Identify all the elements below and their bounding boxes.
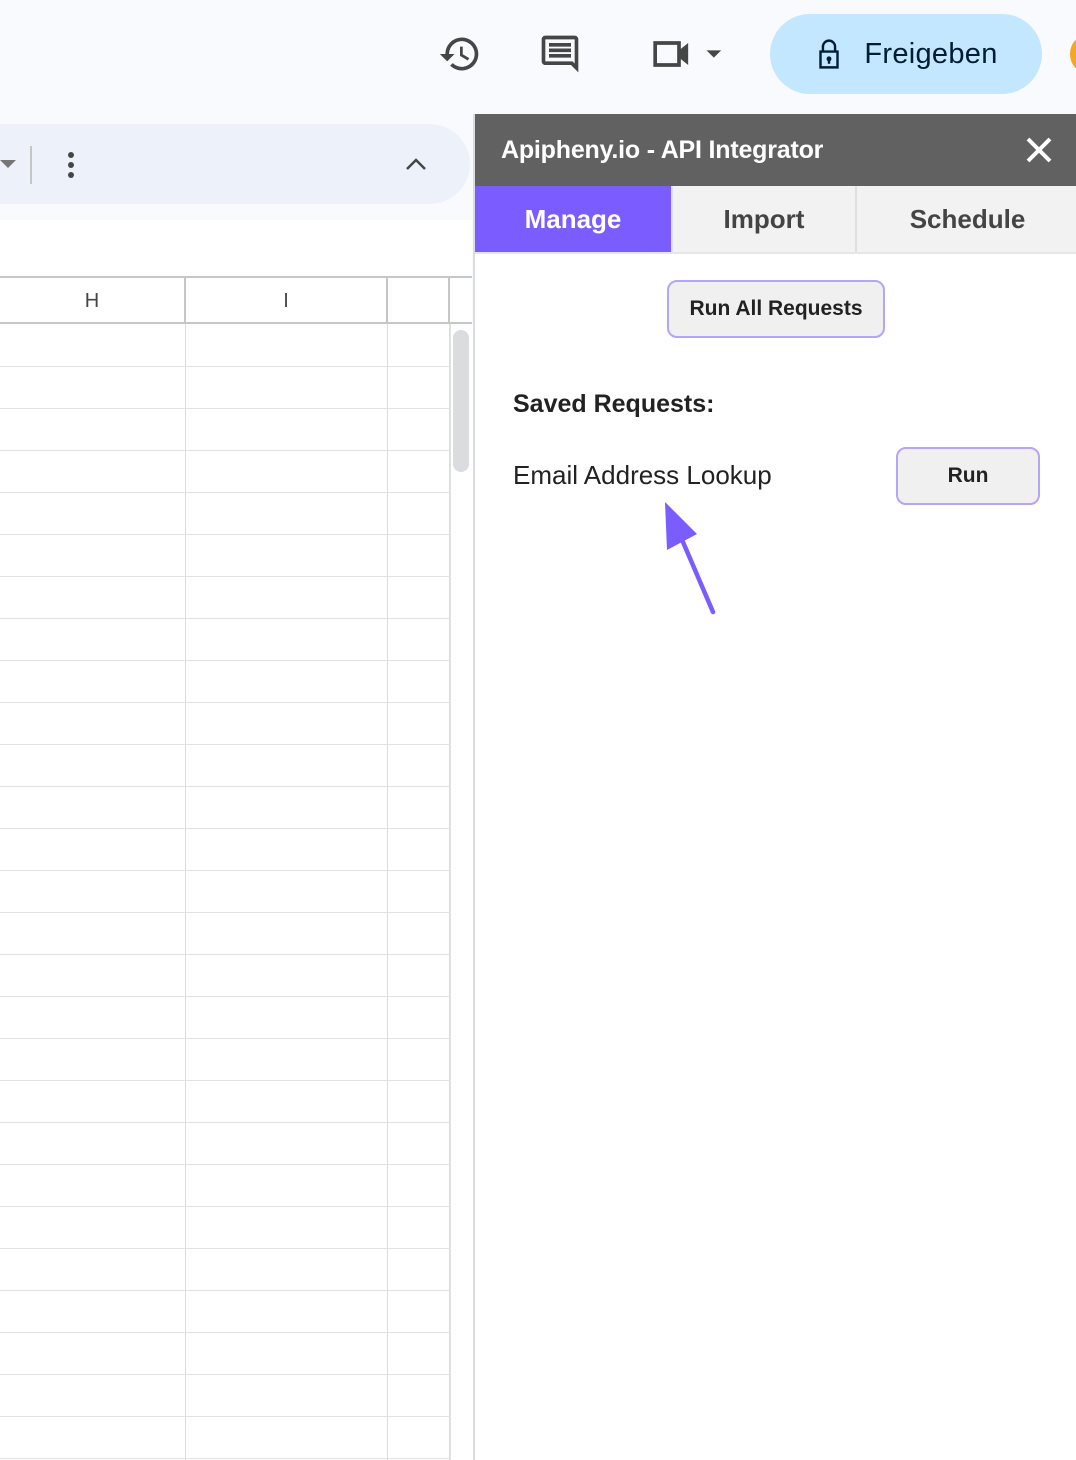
- saved-requests-heading: Saved Requests:: [513, 390, 715, 418]
- row-divider: [0, 1248, 450, 1249]
- row-divider: [0, 618, 450, 619]
- row-divider: [0, 1458, 450, 1459]
- panel-title: Apipheny.io - API Integrator: [501, 136, 824, 164]
- share-button[interactable]: Freigeben: [770, 14, 1042, 94]
- vertical-scrollbar-thumb[interactable]: [453, 330, 469, 472]
- run-all-requests-button[interactable]: Run All Requests: [667, 280, 885, 338]
- run-request-button[interactable]: Run: [896, 447, 1040, 505]
- history-icon[interactable]: [434, 28, 486, 80]
- row-divider: [0, 870, 450, 871]
- row-divider: [0, 1164, 450, 1165]
- tab-import[interactable]: Import: [673, 186, 857, 252]
- share-label: Freigeben: [864, 37, 998, 70]
- sheet-toolbar: [0, 124, 470, 204]
- column-header-i[interactable]: I: [186, 278, 388, 324]
- annotation-arrow-icon: [665, 502, 716, 615]
- top-bar: Freigeben: [0, 0, 1076, 114]
- row-divider: [0, 660, 450, 661]
- dropdown-arrow-icon[interactable]: [0, 160, 16, 168]
- video-camera-icon[interactable]: [640, 28, 740, 80]
- toolbar-divider: [30, 146, 32, 184]
- row-divider: [0, 1206, 450, 1207]
- tab-schedule[interactable]: Schedule: [857, 186, 1076, 252]
- close-icon[interactable]: [1023, 134, 1055, 166]
- tab-manage[interactable]: Manage: [475, 186, 673, 252]
- column-header-h[interactable]: H: [0, 278, 186, 324]
- row-divider: [0, 828, 450, 829]
- chevron-up-icon[interactable]: [404, 154, 428, 179]
- row-divider: [0, 1122, 450, 1123]
- row-divider: [0, 1080, 450, 1081]
- lock-icon: [814, 37, 844, 71]
- row-divider: [0, 912, 450, 913]
- row-divider: [0, 702, 450, 703]
- avatar[interactable]: [1070, 36, 1076, 72]
- row-divider: [0, 1416, 450, 1417]
- column-header-row: H I: [0, 276, 472, 324]
- row-divider: [0, 534, 450, 535]
- panel-header: Apipheny.io - API Integrator: [475, 114, 1076, 186]
- vertical-scrollbar-track[interactable]: [450, 324, 473, 1460]
- spreadsheet-grid[interactable]: H I: [0, 220, 473, 1460]
- request-name: Email Address Lookup: [513, 460, 772, 490]
- row-divider: [0, 996, 450, 997]
- row-divider: [0, 744, 450, 745]
- row-divider: [0, 1332, 450, 1333]
- row-divider: [0, 1290, 450, 1291]
- row-divider: [0, 450, 450, 451]
- panel-tabs: Manage Import Schedule: [475, 186, 1076, 254]
- chevron-down-icon: [706, 50, 722, 58]
- row-divider: [0, 366, 450, 367]
- more-vert-icon[interactable]: [64, 150, 78, 185]
- row-divider: [0, 1038, 450, 1039]
- row-divider: [0, 408, 450, 409]
- row-divider: [0, 786, 450, 787]
- row-divider: [0, 492, 450, 493]
- apipheny-sidebar: Apipheny.io - API Integrator Manage Impo…: [473, 114, 1076, 1460]
- comment-icon[interactable]: [534, 28, 586, 80]
- row-divider: [0, 576, 450, 577]
- row-divider: [0, 1374, 450, 1375]
- cell-area[interactable]: [0, 324, 450, 1460]
- column-header-j[interactable]: [388, 278, 450, 324]
- row-divider: [0, 954, 450, 955]
